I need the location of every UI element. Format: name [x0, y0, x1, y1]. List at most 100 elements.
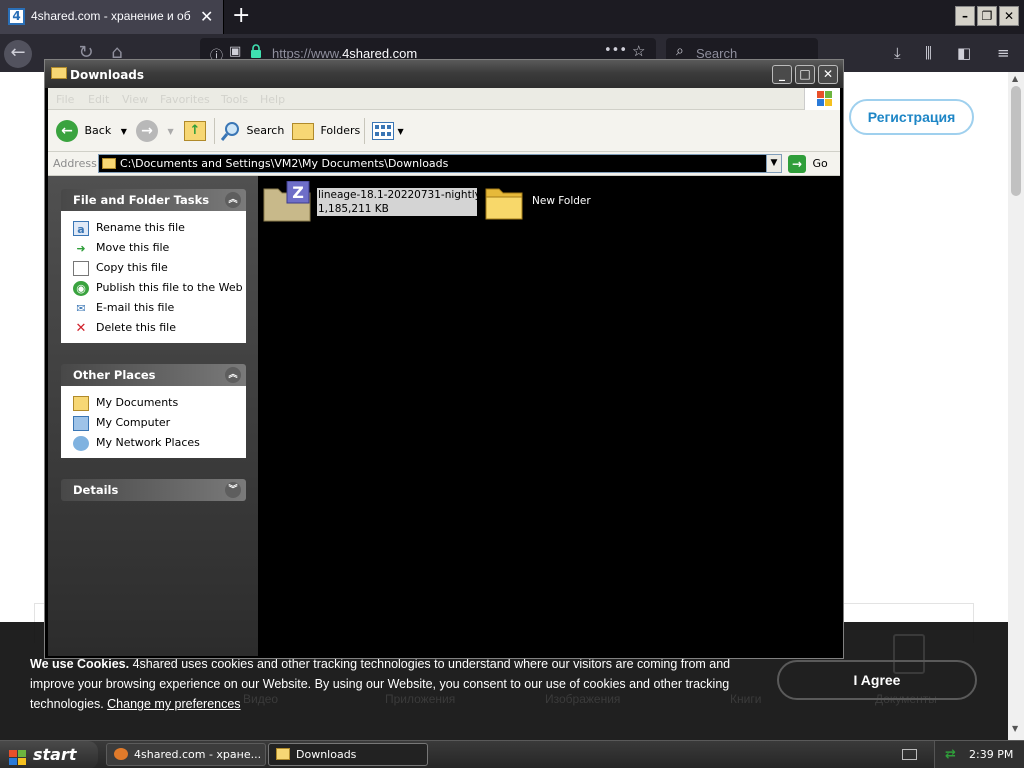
my-computer-label: My Computer — [96, 416, 171, 429]
details-title: Details — [73, 483, 119, 497]
copy-file-link[interactable]: Copy this file — [73, 258, 246, 278]
close-button[interactable]: ✕ — [818, 65, 838, 84]
my-documents-label: My Documents — [96, 396, 179, 409]
new-tab-button[interactable]: + — [232, 3, 250, 28]
folder-icon — [276, 748, 290, 760]
explorer-title-bar[interactable]: Downloads _ □ ✕ — [45, 60, 843, 88]
menu-help[interactable]: Help — [260, 93, 285, 106]
windows-logo-icon — [804, 88, 840, 110]
delete-file-label: Delete this file — [96, 321, 176, 334]
email-file-link[interactable]: ✉ E-mail this file — [73, 298, 246, 318]
address-dropdown-icon[interactable]: ▼ — [766, 154, 782, 173]
move-file-label: Move this file — [96, 241, 170, 254]
delete-file-link[interactable]: ✕ Delete this file — [73, 318, 246, 338]
menu-view[interactable]: View — [122, 93, 148, 106]
menu-icon[interactable]: ≡ — [997, 44, 1010, 62]
up-folder-button[interactable]: ↑ — [184, 119, 206, 143]
details-header[interactable]: Details ︾ — [61, 479, 246, 501]
taskbar-item-downloads[interactable]: Downloads — [268, 743, 428, 766]
file-list: Z lineage-18.1-20220731-nightly-... 1,18… — [258, 176, 841, 656]
other-places-header[interactable]: Other Places ︽ — [61, 364, 246, 386]
magnifier-icon — [220, 121, 241, 141]
collapse-icon[interactable]: ︽ — [225, 367, 241, 383]
browser-close-button[interactable]: ✕ — [999, 6, 1019, 26]
library-icon[interactable]: ⫼ — [925, 44, 932, 62]
forward-button[interactable]: → ▼ — [136, 119, 174, 143]
expand-icon[interactable]: ︾ — [225, 482, 241, 498]
minimize-button[interactable]: _ — [772, 65, 792, 84]
file-item-zip[interactable]: Z lineage-18.1-20220731-nightly-... 1,18… — [262, 180, 477, 223]
scroll-up-icon[interactable]: ▲ — [1012, 74, 1018, 83]
page-scrollbar-thumb[interactable] — [1011, 86, 1021, 196]
scroll-down-icon[interactable]: ▼ — [1012, 724, 1018, 733]
taskbar-item-label: Downloads — [296, 748, 357, 761]
my-network-places-link[interactable]: My Network Places — [73, 433, 246, 453]
address-value: C:\Documents and Settings\VM2\My Documen… — [120, 157, 449, 170]
keyboard-icon[interactable] — [902, 749, 917, 760]
search-button[interactable]: Search — [220, 119, 284, 143]
address-input[interactable]: C:\Documents and Settings\VM2\My Documen… — [98, 154, 782, 173]
taskbar-item-label: 4shared.com - хране... — [134, 748, 262, 761]
rename-file-link[interactable]: a Rename this file — [73, 218, 246, 238]
my-computer-link[interactable]: My Computer — [73, 413, 246, 433]
tab-title: 4shared.com - хранение и обме — [31, 9, 191, 23]
email-file-label: E-mail this file — [96, 301, 175, 314]
toolbar: ← Back ▼ → ▼ ↑ Search Folders ▼ — [48, 110, 840, 152]
menu-favorites[interactable]: Favorites — [160, 93, 210, 106]
publish-web-link[interactable]: ◉ Publish this file to the Web — [73, 278, 246, 298]
cookie-heading: We use Cookies. — [30, 657, 130, 671]
cookie-text: We use Cookies. 4shared uses cookies and… — [30, 654, 740, 714]
svg-text:Z: Z — [292, 183, 304, 202]
file-folder-tasks-title: File and Folder Tasks — [73, 193, 210, 207]
register-button[interactable]: Регистрация — [849, 99, 974, 135]
downloads-icon[interactable]: ⤓ — [894, 44, 901, 62]
browser-minimize-button[interactable]: – — [955, 6, 975, 26]
start-label: start — [33, 745, 77, 764]
browser-restore-button[interactable]: ❐ — [977, 6, 997, 26]
permissions-icon[interactable]: ▣ — [229, 44, 241, 59]
agree-button[interactable]: I Agree — [777, 660, 977, 700]
back-arrow-icon: ← — [56, 120, 78, 142]
file-item-folder[interactable]: New Folder — [484, 181, 614, 223]
menu-tools[interactable]: Tools — [221, 93, 248, 106]
other-places-title: Other Places — [73, 368, 156, 382]
menu-edit[interactable]: Edit — [88, 93, 109, 106]
site-favicon-icon: 4 — [8, 8, 25, 25]
rename-file-label: Rename this file — [96, 221, 185, 234]
back-dropdown-icon[interactable]: ▼ — [121, 127, 127, 136]
tray-network-icon[interactable]: ⇄ — [945, 747, 956, 762]
back-button[interactable]: ← Back ▼ — [56, 119, 127, 143]
firefox-icon — [114, 748, 128, 760]
folders-icon — [292, 122, 314, 140]
up-folder-icon: ↑ — [184, 121, 206, 141]
bookmark-star-icon[interactable]: ☆ — [632, 42, 645, 60]
menu-file[interactable]: File — [56, 93, 74, 106]
page-actions-icon[interactable]: ••• — [604, 43, 627, 58]
collapse-icon[interactable]: ︽ — [225, 192, 241, 208]
rename-icon: a — [73, 220, 89, 236]
window-title: Downloads — [70, 68, 145, 82]
start-button[interactable]: start — [0, 741, 98, 768]
move-icon: ➜ — [76, 241, 86, 255]
views-dropdown-icon[interactable]: ▼ — [398, 127, 404, 136]
file-size: 1,185,211 KB — [317, 202, 477, 216]
folders-button[interactable]: Folders — [292, 119, 360, 143]
forward-dropdown-icon[interactable]: ▼ — [168, 127, 174, 136]
page-scrollbar[interactable]: ▲ ▼ — [1008, 72, 1024, 740]
maximize-button[interactable]: □ — [795, 65, 815, 84]
taskbar-item-firefox[interactable]: 4shared.com - хране... — [106, 743, 266, 766]
browser-tab[interactable]: 4 4shared.com - хранение и обме ✕ — [0, 0, 224, 34]
toolbar-separator — [364, 118, 365, 144]
change-preferences-link[interactable]: Change my preferences — [107, 697, 240, 711]
explorer-window: Downloads _ □ ✕ File Edit View Favorites… — [44, 59, 844, 659]
move-file-link[interactable]: ➜ Move this file — [73, 238, 246, 258]
views-button[interactable]: ▼ — [372, 119, 404, 143]
tab-close-icon[interactable]: ✕ — [200, 7, 213, 26]
go-label: Go — [812, 157, 828, 170]
my-documents-link[interactable]: My Documents — [73, 393, 246, 413]
folder-icon — [484, 183, 524, 221]
sidebar-icon[interactable]: ◧ — [957, 44, 971, 62]
file-folder-tasks-header[interactable]: File and Folder Tasks ︽ — [61, 189, 246, 211]
browser-back-button[interactable]: ← — [4, 40, 32, 68]
go-button[interactable]: → Go — [788, 154, 828, 174]
